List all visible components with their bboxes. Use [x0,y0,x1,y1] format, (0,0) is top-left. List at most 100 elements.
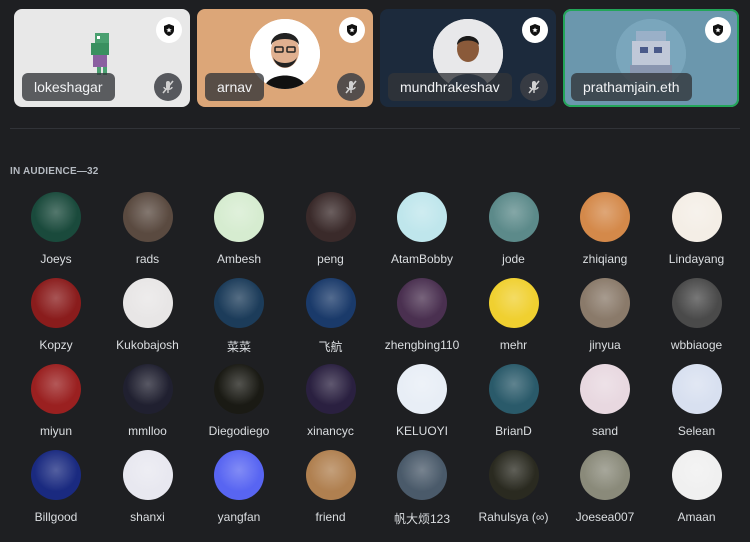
audience-member-name: Joesea007 [575,510,635,524]
audience-member[interactable]: jode [468,192,560,266]
avatar [488,364,539,414]
speaker-name: lokeshagar [22,73,115,101]
audience-member[interactable]: mehr [468,278,560,352]
speaker-name: arnav [205,73,265,101]
audience-member[interactable]: Billgood [10,450,102,524]
audience-member-name: zhiqiang [582,252,628,266]
audience-member[interactable]: rads [102,192,194,266]
audience-member-name: Lindayang [668,252,725,266]
audience-member[interactable]: xinancyc [285,364,377,438]
audience-member-name: BrianD [495,424,532,438]
audience-member[interactable]: Rahulsya (∞) [468,450,560,524]
divider [10,128,740,129]
audience-member[interactable]: Joeys [10,192,102,266]
avatar [31,364,81,414]
audience-member[interactable]: zhengbing110 [376,278,468,352]
audience-member[interactable]: Selean [651,364,743,438]
speaker-name: mundhrakeshav [388,73,512,101]
audience-member[interactable]: friend [285,450,377,524]
avatar [214,278,264,328]
audience-member[interactable]: Ambesh [193,192,285,266]
avatar [214,364,264,414]
avatar [305,450,356,500]
avatar [305,364,356,414]
avatar [214,192,264,242]
audience-member-name: shanxi [130,510,165,524]
shield-star-icon [705,17,731,43]
shield-star-icon [156,17,182,43]
audience-member-name: rads [135,252,160,266]
shield-star-icon [339,17,365,43]
speaker-tile-lokeshagar[interactable]: lokeshagar [14,9,190,107]
microphone-off-icon [337,73,365,101]
audience-member-name: zhengbing110 [384,338,460,352]
audience-header: IN AUDIENCE—32 [10,166,99,177]
audience-member-name: 菜菜 [226,340,251,354]
audience-member-name: yangfan [217,510,261,524]
audience-member[interactable]: Lindayang [651,192,743,266]
audience-member[interactable]: 帆大烦123 [376,450,468,527]
audience-member-name: Selean [677,424,716,438]
audience-member[interactable]: zhiqiang [559,192,651,266]
audience-member-name: peng [317,252,344,266]
avatar [397,364,447,414]
audience-member-name: mmlloo [128,424,167,438]
audience-member-name: wbbiaoge [670,338,723,352]
avatar [122,192,173,242]
audience-member-name: Kukobajosh [116,338,179,352]
audience-member-name: sand [591,424,619,438]
avatar [397,450,447,500]
audience-member-name: mehr [499,338,528,352]
stage-speakers: lokeshagar arnav mundhrakeshav prathamja… [14,9,739,109]
avatar [305,192,356,242]
avatar [31,192,81,242]
audience-member[interactable]: 飞航 [285,278,377,355]
avatar [671,278,722,328]
audience-member-name: Kopzy [39,338,73,352]
speaker-tile-mundhrakeshav[interactable]: mundhrakeshav [380,9,556,107]
audience-member-name: jode [502,252,525,266]
microphone-off-icon [520,73,548,101]
audience-member[interactable]: Joesea007 [559,450,651,524]
audience-member[interactable]: shanxi [102,450,194,524]
audience-member[interactable]: sand [559,364,651,438]
audience-member[interactable]: mmlloo [102,364,194,438]
shield-star-icon [522,17,548,43]
avatar [580,364,630,414]
avatar [31,278,81,328]
audience-member-name: 帆大烦123 [393,512,451,526]
audience-member-name: Billgood [34,510,78,524]
avatar [671,192,722,242]
avatar [488,278,539,328]
audience-member-name: Diegodiego [208,424,270,438]
avatar [397,278,447,328]
avatar [122,278,173,328]
speaker-tile-arnav[interactable]: arnav [197,9,373,107]
audience-member[interactable]: miyun [10,364,102,438]
audience-member[interactable]: Kukobajosh [102,278,194,352]
audience-member[interactable]: 菜菜 [193,278,285,355]
audience-member-name: KELUOYI [395,424,449,438]
audience-member[interactable]: Amaan [651,450,743,524]
audience-member[interactable]: AtamBobby [376,192,468,266]
avatar [671,450,722,500]
audience-member[interactable]: BrianD [468,364,560,438]
audience-member[interactable]: KELUOYI [376,364,468,438]
avatar [122,364,173,414]
audience-member[interactable]: Kopzy [10,278,102,352]
avatar [305,278,356,328]
avatar [671,364,722,414]
speaker-tile-prathamjain[interactable]: prathamjain.eth [563,9,739,107]
avatar [488,192,539,242]
audience-member-name: AtamBobby [390,252,454,266]
audience-member[interactable]: yangfan [193,450,285,524]
audience-member-name: xinancyc [307,424,354,438]
audience-member-name: Rahulsya (∞) [478,510,549,524]
avatar [214,450,264,500]
audience-member[interactable]: wbbiaoge [651,278,743,352]
audience-member[interactable]: jinyua [559,278,651,352]
audience-member[interactable]: peng [285,192,377,266]
avatar [122,450,173,500]
microphone-off-icon [154,73,182,101]
audience-member[interactable]: Diegodiego [193,364,285,438]
